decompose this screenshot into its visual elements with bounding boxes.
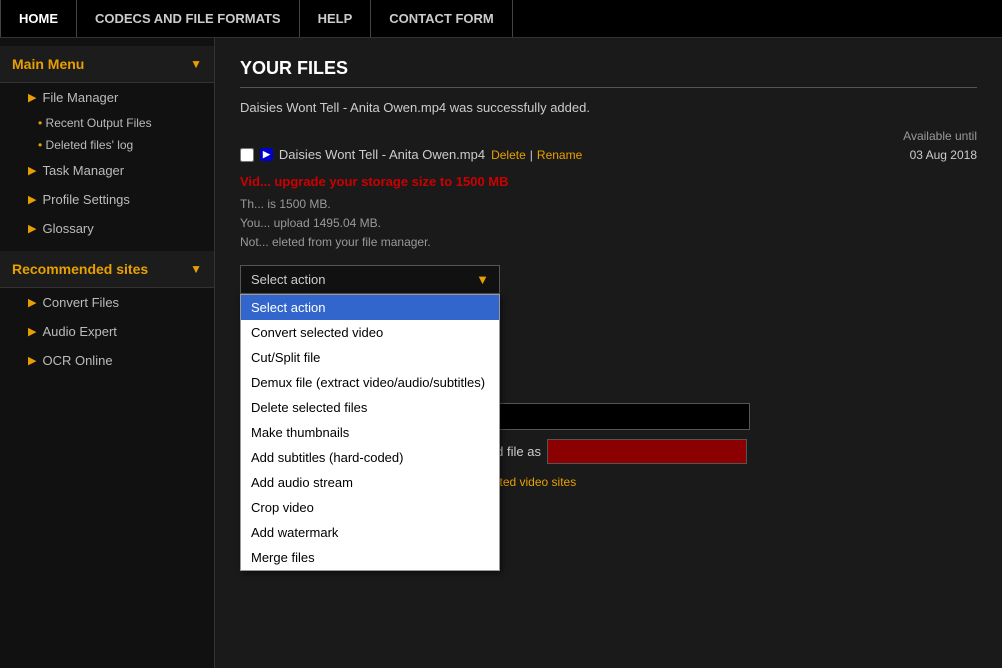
select-action-value: Select action	[251, 272, 325, 287]
dropdown-item-4[interactable]: Delete selected files	[241, 395, 499, 420]
dropdown-item-7[interactable]: Add audio stream	[241, 470, 499, 495]
nav-contact[interactable]: CONTACT FORM	[371, 0, 512, 37]
dropdown-item-5[interactable]: Make thumbnails	[241, 420, 499, 445]
available-until-label: Available until	[903, 129, 977, 143]
arrow-right-icon-7: ▶	[28, 354, 36, 367]
upgrade-notice: Vid... upgrade your storage size to 1500…	[240, 174, 977, 253]
video-icon: ▶	[260, 148, 273, 161]
select-dropdown-icon: ▼	[476, 272, 489, 287]
sidebar-item-glossary[interactable]: ▶ Glossary	[0, 214, 214, 243]
file-row-left: ▶ Daisies Wont Tell - Anita Owen.mp4 Del…	[240, 147, 582, 162]
recommended-arrow-icon: ▼	[190, 262, 202, 276]
dropdown-item-3[interactable]: Demux file (extract video/audio/subtitle…	[241, 370, 499, 395]
select-action-trigger[interactable]: Select action ▼	[240, 265, 500, 294]
arrow-right-icon: ▶	[28, 91, 36, 104]
sidebar-item-recent-output[interactable]: Recent Output Files	[0, 112, 214, 134]
files-header: Available until	[240, 129, 977, 143]
sidebar: Main Menu ▼ ▶ File Manager Recent Output…	[0, 38, 215, 668]
dropdown-item-1[interactable]: Convert selected video	[241, 320, 499, 345]
file-date: 03 Aug 2018	[857, 148, 977, 162]
recommended-sites-header[interactable]: Recommended sites ▼	[0, 251, 214, 288]
sidebar-item-ocr-online[interactable]: ▶ OCR Online	[0, 346, 214, 375]
dropdown-item-6[interactable]: Add subtitles (hard-coded)	[241, 445, 499, 470]
page-title: YOUR FILES	[240, 58, 977, 88]
main-menu-header[interactable]: Main Menu ▼	[0, 46, 214, 83]
upgrade-header: Vid... upgrade your storage size to 1500…	[240, 174, 977, 189]
top-navigation: HOME CODECS AND FILE FORMATS HELP CONTAC…	[0, 0, 1002, 38]
success-message: Daisies Wont Tell - Anita Owen.mp4 was s…	[240, 100, 977, 115]
dropdown-item-2[interactable]: Cut/Split file	[241, 345, 499, 370]
dropdown-item-9[interactable]: Add watermark	[241, 520, 499, 545]
nav-help[interactable]: HELP	[300, 0, 372, 37]
select-action-container: Select action ▼ Select action Convert se…	[240, 265, 500, 294]
sidebar-item-file-manager[interactable]: ▶ File Manager	[0, 83, 214, 112]
rename-input[interactable]	[547, 439, 747, 464]
sidebar-item-convert-files[interactable]: ▶ Convert Files	[0, 288, 214, 317]
sidebar-item-audio-expert[interactable]: ▶ Audio Expert	[0, 317, 214, 346]
sidebar-item-deleted-files[interactable]: Deleted files' log	[0, 134, 214, 156]
page-layout: Main Menu ▼ ▶ File Manager Recent Output…	[0, 38, 1002, 668]
main-menu-label: Main Menu	[12, 56, 84, 72]
dropdown-item-10[interactable]: Merge files	[241, 545, 499, 570]
arrow-right-icon-4: ▶	[28, 222, 36, 235]
arrow-right-icon-6: ▶	[28, 325, 36, 338]
file-row: ▶ Daisies Wont Tell - Anita Owen.mp4 Del…	[240, 147, 977, 162]
main-content: YOUR FILES Daisies Wont Tell - Anita Owe…	[215, 38, 1002, 668]
file-name: Daisies Wont Tell - Anita Owen.mp4	[279, 147, 485, 162]
sidebar-item-task-manager[interactable]: ▶ Task Manager	[0, 156, 214, 185]
main-menu-arrow-icon: ▼	[190, 57, 202, 71]
delete-link[interactable]: Delete	[491, 148, 526, 162]
arrow-right-icon-3: ▶	[28, 193, 36, 206]
arrow-right-icon-5: ▶	[28, 296, 36, 309]
sidebar-item-profile-settings[interactable]: ▶ Profile Settings	[0, 185, 214, 214]
select-action-dropdown: Select action Convert selected video Cut…	[240, 294, 500, 571]
dropdown-item-0[interactable]: Select action	[241, 295, 499, 320]
nav-codecs[interactable]: CODECS AND FILE FORMATS	[77, 0, 300, 37]
file-actions: Delete | Rename	[491, 148, 582, 162]
recommended-sites-label: Recommended sites	[12, 261, 148, 277]
file-checkbox[interactable]	[240, 148, 254, 162]
nav-home[interactable]: HOME	[0, 0, 77, 37]
rename-link[interactable]: Rename	[537, 148, 582, 162]
dropdown-item-8[interactable]: Crop video	[241, 495, 499, 520]
arrow-right-icon-2: ▶	[28, 164, 36, 177]
